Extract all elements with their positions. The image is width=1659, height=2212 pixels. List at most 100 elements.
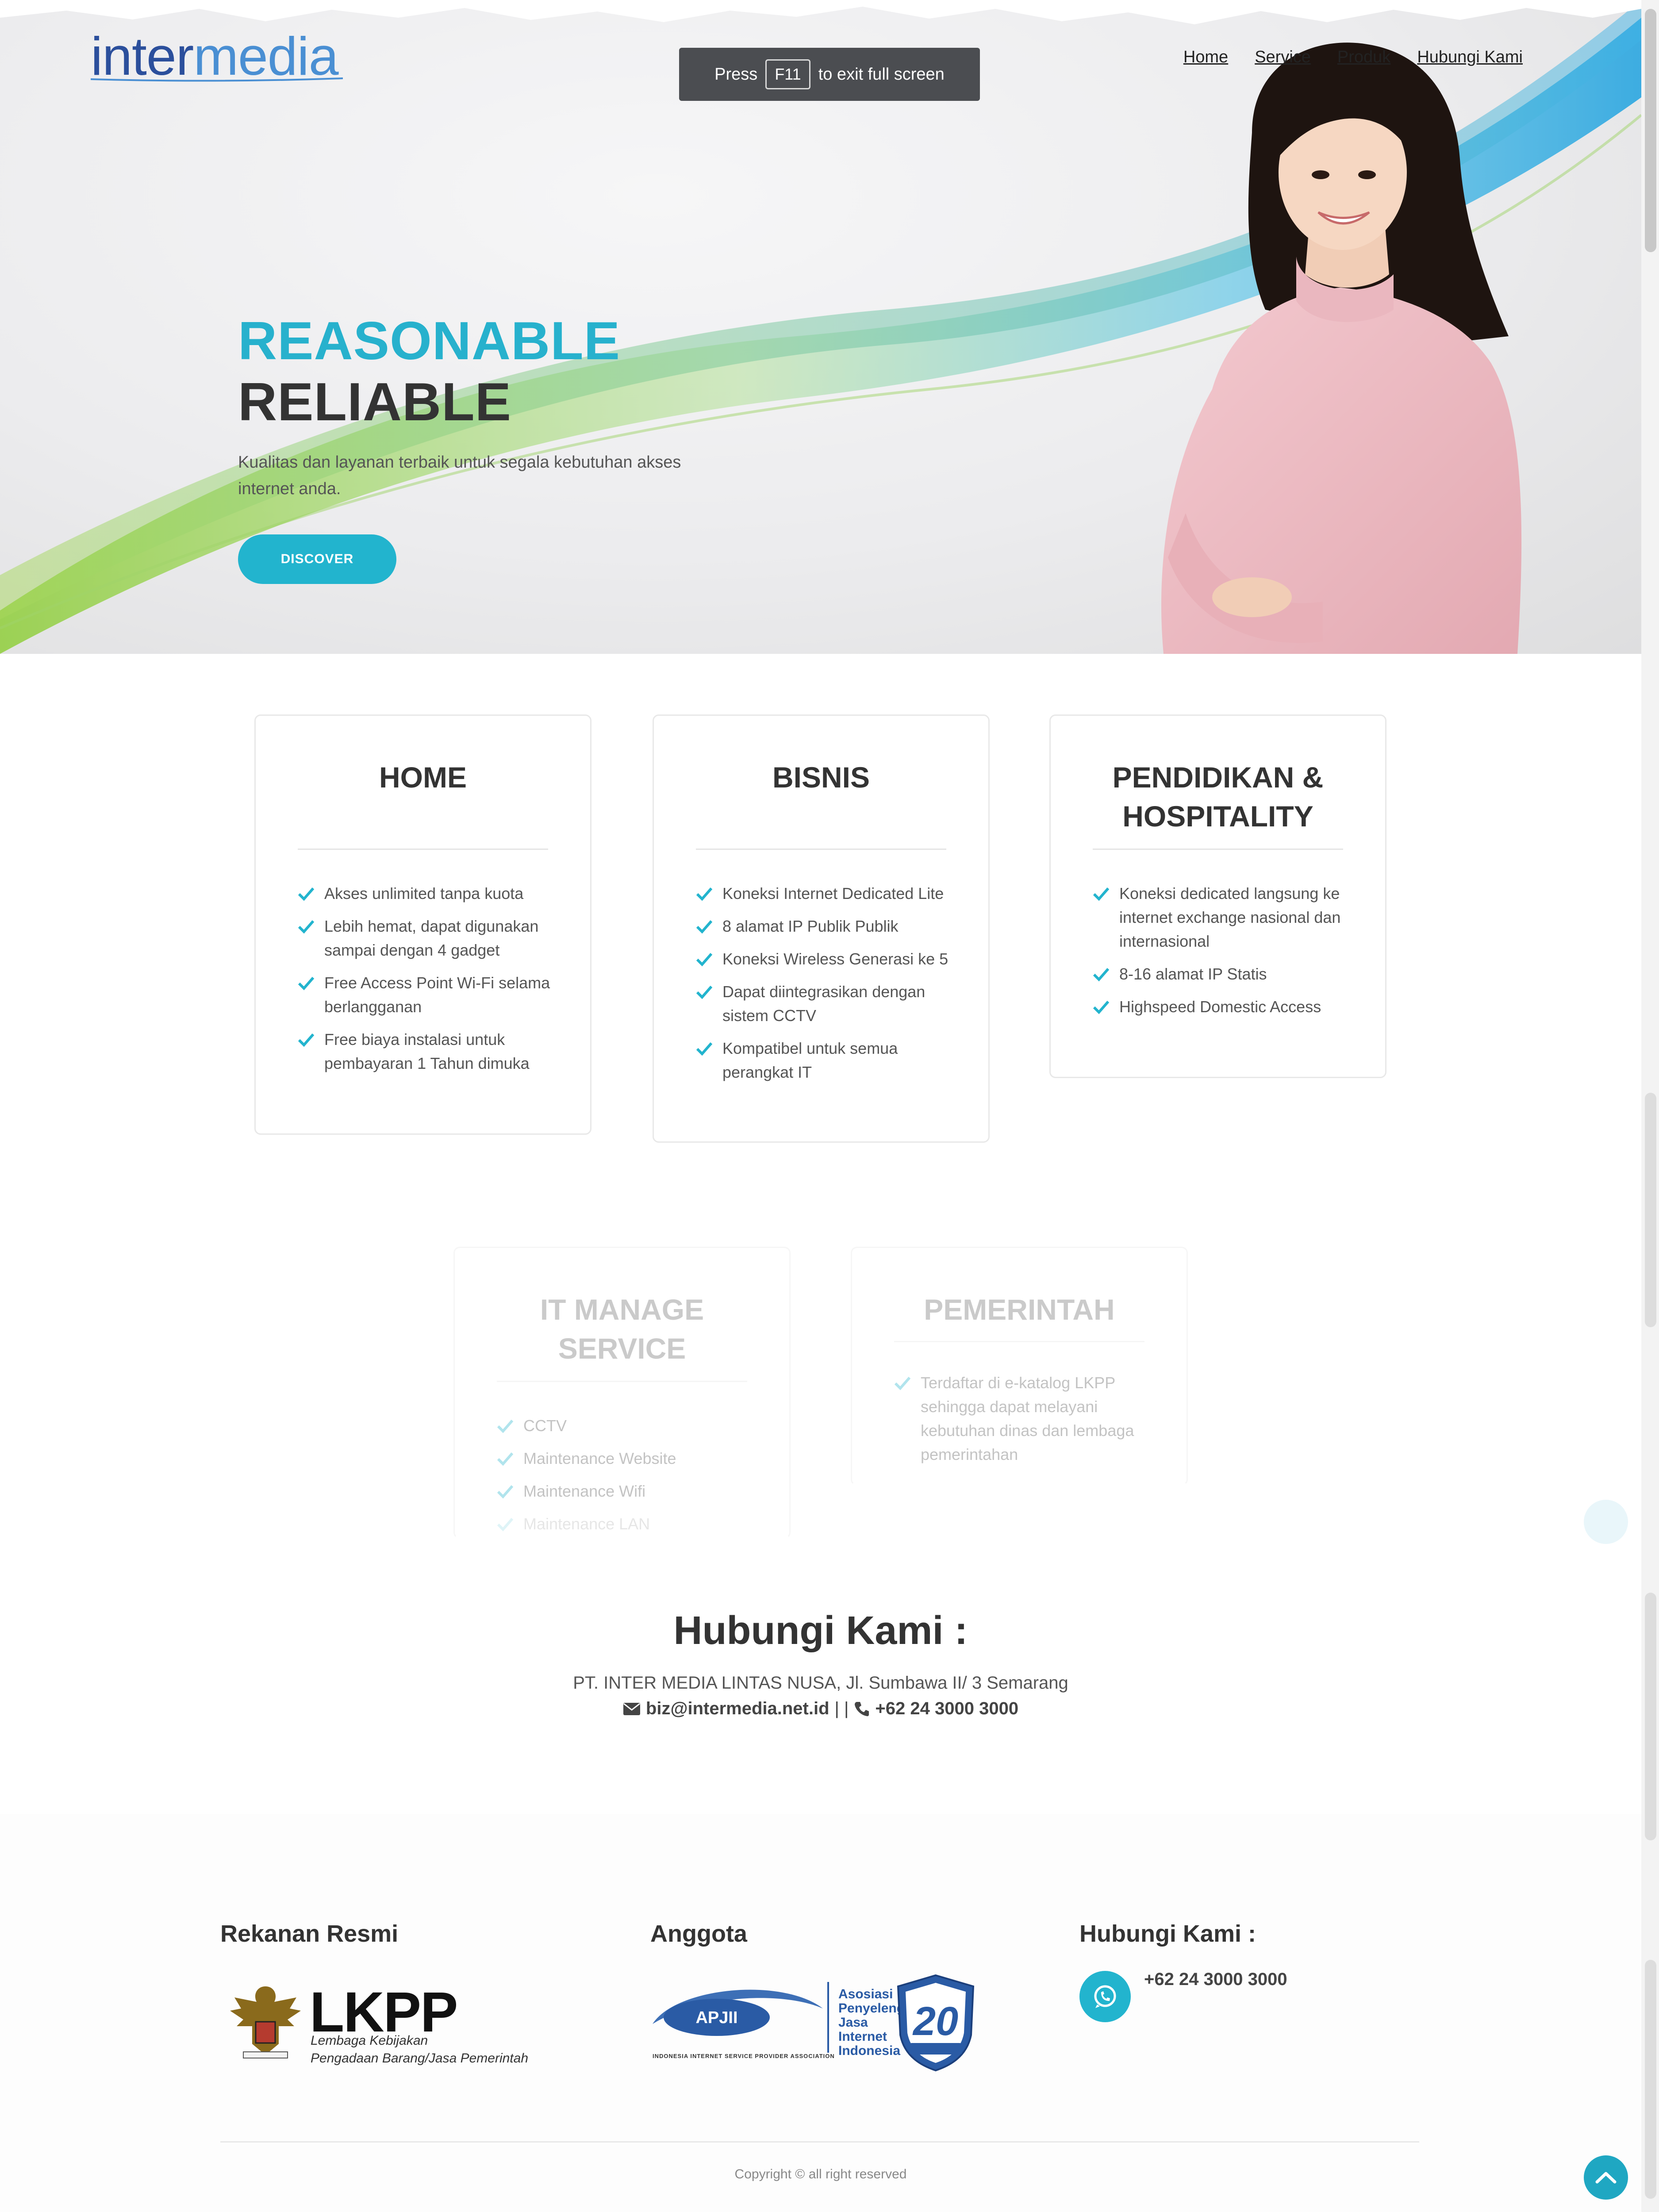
check-icon (696, 986, 713, 999)
list-item: Lebih hemat, dapat digunakan sampai deng… (298, 914, 564, 962)
copyright-text: Copyright © all right reserved (734, 2167, 907, 2181)
nav-produk[interactable]: Produk (1337, 48, 1390, 67)
list-item-text: 8 alamat IP Publik Publik (722, 917, 899, 935)
list-item-text: 8-16 alamat IP Statis (1119, 965, 1267, 983)
check-icon (497, 1452, 514, 1466)
list-item-text: Akses unlimited tanpa kuota (324, 884, 524, 902)
discover-button[interactable]: DISCOVER (238, 534, 396, 584)
check-icon (298, 920, 315, 934)
scrollbar-thumb-segment (1645, 1593, 1656, 1840)
footer-divider (220, 2141, 1419, 2143)
list-item: Kompatibel untuk semua perangkat IT (696, 1037, 962, 1084)
list-item: Koneksi dedicated langsung ke internet e… (1093, 882, 1359, 953)
footer-member-title: Anggota (650, 1920, 747, 1947)
list-item: Maintenance LAN (497, 1512, 763, 1536)
list-item: Akses unlimited tanpa kuota (298, 882, 564, 906)
card-pemerintah: PEMERINTAH Terdaftar di e-katalog LKPP s… (851, 1247, 1188, 1486)
list-item-text: Free biaya instalasi untuk pembayaran 1 … (324, 1030, 530, 1072)
scrollbar-thumb[interactable] (1645, 9, 1656, 252)
card-it-manage-service: IT MANAGE SERVICE CCTV Maintenance Websi… (453, 1247, 791, 1539)
list-item: Dapat diintegrasikan dengan sistem CCTV (696, 980, 962, 1028)
list-item: Highspeed Domestic Access (1093, 995, 1359, 1019)
nav-hubungi-kami[interactable]: Hubungi Kami (1417, 48, 1523, 67)
hero-description: Kualitas dan layanan terbaik untuk segal… (238, 453, 681, 498)
chevron-up-icon (1595, 2172, 1617, 2184)
card-bisnis: BISNIS Koneksi Internet Dedicated Lite 8… (653, 714, 990, 1143)
list-item: Maintenance Website (497, 1447, 763, 1471)
lkpp-logo-subtitle: Lembaga Kebijakan Pengadaan Barang/Jasa … (311, 2032, 528, 2067)
card-title: HOME (379, 761, 467, 794)
list-item-text: Koneksi Wireless Generasi ke 5 (722, 950, 949, 968)
card-divider (696, 849, 946, 850)
brand-logo[interactable]: intermedia (91, 29, 339, 83)
fullscreen-hint-key: F11 (765, 59, 810, 89)
check-icon (497, 1485, 514, 1499)
card-pendidikan-hospitality: PENDIDIKAN & HOSPITALITY Koneksi dedicat… (1049, 714, 1386, 1078)
footer-contact-title: Hubungi Kami : (1079, 1920, 1256, 1947)
list-item: Maintenance Wifi (497, 1479, 763, 1503)
list-item: Free Access Point Wi-Fi selama berlangga… (298, 971, 564, 1019)
list-item-text: Highspeed Domestic Access (1119, 998, 1321, 1016)
check-icon (1093, 887, 1110, 901)
fullscreen-hint: Press F11 to exit full screen (679, 48, 980, 101)
contact-email[interactable]: biz@intermedia.net.id (646, 1699, 830, 1719)
scroll-top-button-ghost (1584, 1500, 1628, 1544)
check-icon (298, 977, 315, 991)
list-item-text: Terdaftar di e-katalog LKPP sehingga dap… (921, 1374, 1134, 1463)
page-scrollbar[interactable] (1641, 0, 1659, 2212)
contact-separator: | | (834, 1699, 849, 1718)
card-divider (894, 1341, 1144, 1342)
card-feature-list: Terdaftar di e-katalog LKPP sehingga dap… (894, 1371, 1160, 1475)
check-icon (497, 1518, 514, 1532)
hero-section: intermedia Press F11 to exit full screen (0, 0, 1641, 654)
main-nav: Home Service Produk Hubungi Kami (1183, 48, 1523, 67)
list-item-text: Koneksi dedicated langsung ke internet e… (1119, 884, 1341, 950)
card-feature-list: CCTV Maintenance Website Maintenance Wif… (497, 1414, 763, 1545)
lkpp-sub-line1: Lembaga Kebijakan (311, 2033, 428, 2048)
contact-info: biz@intermedia.net.id | | +62 24 3000 30… (0, 1699, 1641, 1719)
list-item: Free biaya instalasi untuk pembayaran 1 … (298, 1028, 564, 1075)
lkpp-sub-line2: Pengadaan Barang/Jasa Pemerintah (311, 2051, 529, 2066)
list-item: 8-16 alamat IP Statis (1093, 962, 1359, 986)
card-title: IT MANAGE SERVICE (540, 1293, 704, 1365)
nav-service[interactable]: Service (1255, 48, 1311, 67)
card-divider (298, 849, 548, 850)
whatsapp-button[interactable] (1079, 1971, 1131, 2022)
footer-phone[interactable]: +62 24 3000 3000 (1144, 1970, 1287, 1989)
card-title: BISNIS (772, 761, 870, 794)
list-item: Koneksi Wireless Generasi ke 5 (696, 947, 962, 971)
check-icon (696, 920, 713, 934)
hero-heading-reliable: RELIABLE (238, 372, 511, 432)
check-icon (298, 887, 315, 901)
check-icon (894, 1377, 911, 1390)
check-icon (696, 953, 713, 967)
contact-address: PT. INTER MEDIA LINTAS NUSA, Jl. Sumbawa… (573, 1673, 1068, 1693)
phone-icon (855, 1701, 869, 1716)
list-item: CCTV (497, 1414, 763, 1438)
card-home: HOME Akses unlimited tanpa kuota Lebih h… (254, 714, 591, 1135)
list-item-text: Maintenance LAN (523, 1515, 650, 1533)
card-divider (497, 1381, 747, 1382)
nav-home[interactable]: Home (1183, 48, 1228, 67)
logo-swoosh (91, 77, 343, 82)
check-icon (696, 1042, 713, 1056)
envelope-icon (623, 1702, 640, 1715)
contact-phone[interactable]: +62 24 3000 3000 (875, 1699, 1018, 1719)
check-icon (497, 1420, 514, 1433)
apjii-logo-text: APJII (695, 2008, 737, 2027)
list-item-text: CCTV (523, 1417, 567, 1435)
list-item: 8 alamat IP Publik Publik (696, 914, 962, 938)
card-feature-list: Koneksi dedicated langsung ke internet e… (1093, 882, 1359, 1028)
scrollbar-thumb-segment (1645, 1960, 1656, 2199)
apjii-20-years-badge: 20 (897, 1974, 975, 2072)
fullscreen-hint-text: to exit full screen (818, 65, 945, 84)
footer-partner-title: Rekanan Resmi (220, 1920, 399, 1947)
list-item-text: Dapat diintegrasikan dengan sistem CCTV (722, 983, 926, 1025)
hero-person-image (1161, 42, 1522, 654)
card-feature-list: Akses unlimited tanpa kuota Lebih hemat,… (298, 882, 564, 1084)
scroll-top-button[interactable] (1584, 2155, 1628, 2200)
list-item: Koneksi Internet Dedicated Lite (696, 882, 962, 906)
fullscreen-hint-press: Press (714, 65, 758, 84)
hero-heading-reasonable: REASONABLE (238, 311, 621, 371)
apjii-footer-text: INDONESIA INTERNET SERVICE PROVIDER ASSO… (653, 2053, 835, 2059)
